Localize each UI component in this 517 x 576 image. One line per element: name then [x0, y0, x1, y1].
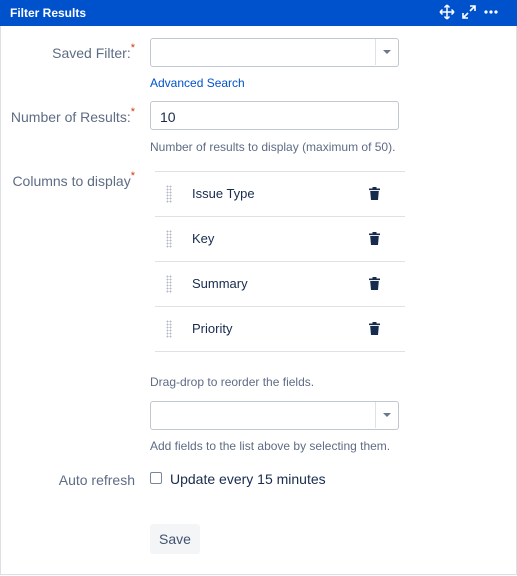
more-icon[interactable] — [482, 3, 500, 21]
columns-label-text: Columns to display — [12, 173, 131, 189]
required-mark: * — [130, 106, 135, 118]
drag-handle-icon[interactable] — [166, 320, 172, 338]
drag-handle-icon[interactable] — [166, 230, 172, 248]
gadget-header: Filter Results — [0, 0, 517, 26]
num-results-help: Number of results to display (maximum of… — [150, 140, 396, 154]
add-field-dropdown-toggle[interactable] — [375, 402, 398, 428]
saved-filter-dropdown-toggle[interactable] — [375, 39, 398, 65]
columns-label: Columns to display* — [12, 170, 135, 189]
saved-filter-label-text: Saved Filter: — [52, 45, 131, 61]
maximize-icon[interactable] — [460, 3, 478, 21]
column-item-label: Priority — [192, 321, 233, 336]
column-item[interactable]: Key — [155, 217, 405, 262]
chevron-down-icon — [383, 413, 391, 417]
saved-filter-select[interactable] — [150, 38, 399, 67]
column-item[interactable]: Summary — [155, 262, 405, 307]
auto-refresh-label: Auto refresh — [58, 472, 135, 488]
column-item-label: Issue Type — [192, 186, 255, 201]
trash-icon[interactable] — [369, 277, 380, 290]
auto-refresh-checkbox[interactable] — [150, 472, 162, 484]
column-item[interactable]: Priority — [155, 307, 405, 352]
gadget-title: Filter Results — [10, 6, 87, 20]
add-field-select[interactable] — [150, 401, 399, 430]
saved-filter-label: Saved Filter:* — [52, 42, 135, 61]
chevron-down-icon — [383, 50, 391, 54]
column-item-label: Key — [192, 231, 215, 246]
required-mark: * — [130, 42, 135, 54]
column-item[interactable]: Issue Type — [155, 171, 405, 217]
trash-icon[interactable] — [369, 187, 380, 200]
columns-list: Issue Type Key Summary Priority — [155, 171, 405, 352]
num-results-label: Number of Results:* — [10, 106, 135, 125]
advanced-search-link[interactable]: Advanced Search — [150, 76, 245, 90]
drag-handle-icon[interactable] — [166, 275, 172, 293]
required-mark: * — [130, 170, 135, 182]
drag-handle-icon[interactable] — [166, 185, 172, 203]
add-field-help: Add fields to the list above by selectin… — [150, 439, 391, 453]
auto-refresh-checkbox-label[interactable]: Update every 15 minutes — [170, 471, 326, 487]
column-item-label: Summary — [192, 276, 248, 291]
trash-icon[interactable] — [369, 322, 380, 335]
num-results-label-text: Number of Results: — [10, 109, 131, 125]
save-button[interactable]: Save — [150, 524, 200, 554]
move-icon[interactable] — [438, 3, 456, 21]
reorder-help: Drag-drop to reorder the fields. — [150, 375, 315, 389]
trash-icon[interactable] — [369, 232, 380, 245]
num-results-input[interactable]: 10 — [150, 101, 399, 130]
